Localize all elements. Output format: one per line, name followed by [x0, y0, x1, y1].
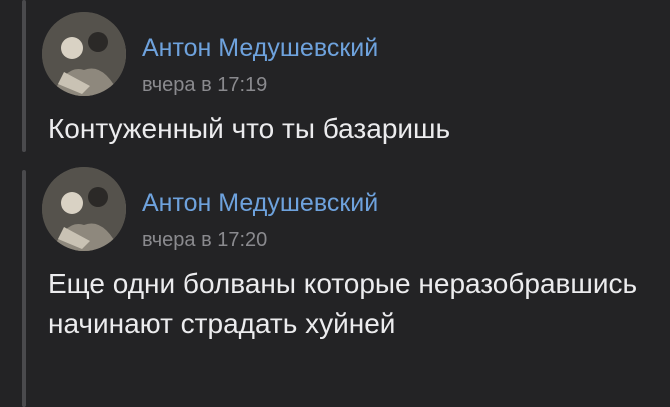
avatar[interactable] [42, 12, 126, 96]
thread-line [22, 170, 26, 407]
comment-author[interactable]: Антон Медушевский [142, 34, 378, 63]
comment-item: Антон Медушевский вчера в 17:20 Еще одни… [42, 167, 670, 407]
thread-line [22, 0, 26, 152]
avatar[interactable] [42, 167, 126, 251]
comment-item: Антон Медушевский вчера в 17:19 Контужен… [42, 12, 670, 152]
comment-text: Контуженный что ты базаришь [48, 113, 451, 144]
comment-time[interactable]: вчера в 17:20 [142, 229, 267, 252]
comment-author[interactable]: Антон Медушевский [142, 189, 378, 218]
comment-text: Еще одни болваны которые неразобравшись … [48, 268, 638, 339]
comment-time[interactable]: вчера в 17:19 [142, 74, 267, 97]
